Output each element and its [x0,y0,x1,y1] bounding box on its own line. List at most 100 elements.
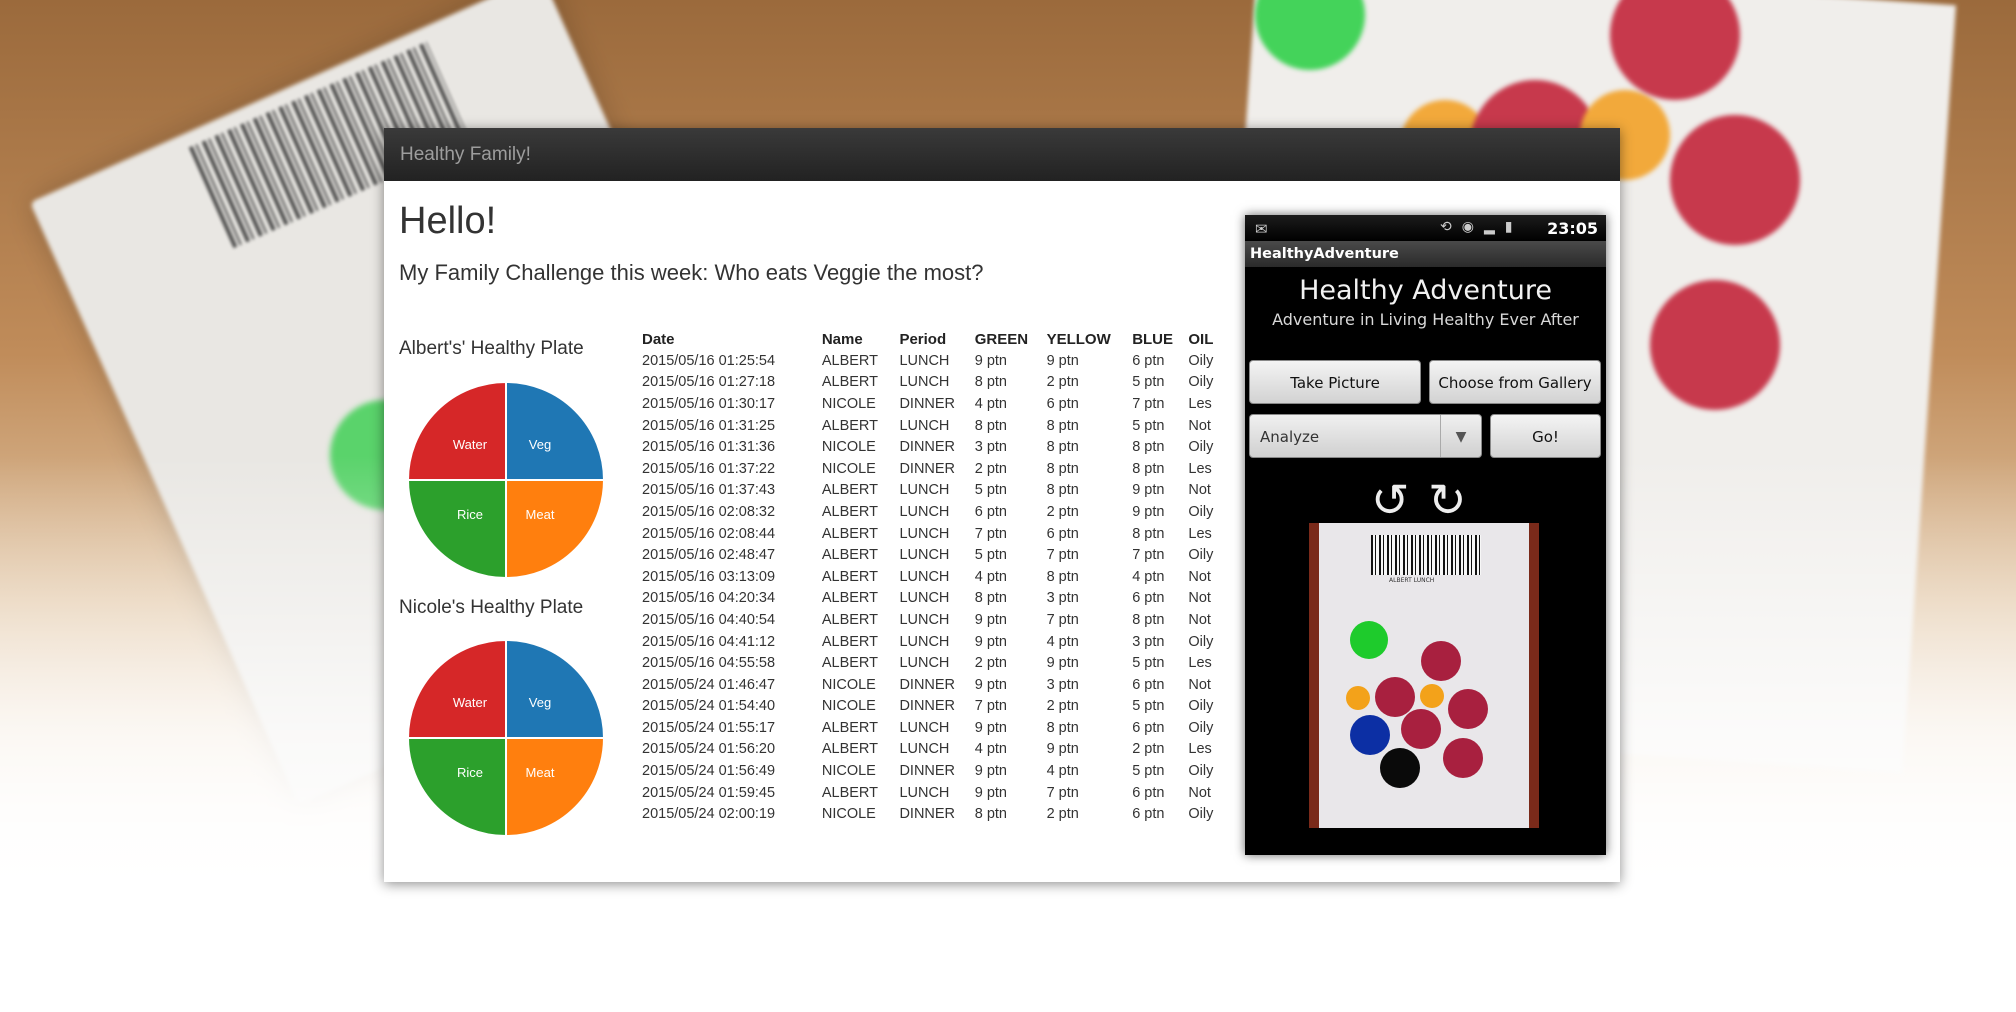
mail-icon: ✉ [1255,220,1268,238]
cell-date: 2015/05/24 01:59:45 [642,784,776,801]
photo-dot [1421,641,1461,681]
phone-status-bar: ✉ ⟲◉▂▮ 23:05 [1245,215,1606,241]
cell-yellow: 2 ptn [1046,374,1079,391]
cell-date: 2015/05/16 01:25:54 [642,352,776,369]
go-button[interactable]: Go! [1490,414,1601,458]
photo-barcode [1371,535,1481,575]
cell-blue: 6 ptn [1132,352,1165,369]
table-row: 2015/05/16 01:31:36 NICOLE DINNER 3 ptn 8 pt… [642,436,1242,458]
cell-date: 2015/05/24 01:54:40 [642,698,776,715]
cell-name: NICOLE [821,763,876,780]
photo-dot [1375,677,1415,717]
photo-dot [1350,621,1388,659]
cell-green: 5 ptn [974,482,1007,499]
choose-gallery-button[interactable]: Choose from Gallery [1429,360,1601,404]
cell-period: LUNCH [899,611,950,628]
rotate-left-icon[interactable]: ↺ [1371,477,1410,523]
cell-green: 8 ptn [974,417,1007,434]
cell-blue: 6 ptn [1132,784,1165,801]
cell-name: ALBERT [821,547,878,564]
cell-name: ALBERT [821,525,878,542]
cell-green: 9 ptn [974,763,1007,780]
cell-blue: 5 ptn [1132,374,1165,391]
table-row: 2015/05/16 02:48:47 ALBERT LUNCH 5 ptn 7 ptn… [642,544,1242,566]
cell-blue: 7 ptn [1132,547,1165,564]
cell-blue: 7 ptn [1132,395,1165,412]
pie-label-rice: Rice [457,765,483,780]
spinner-value: Analyze [1260,428,1320,446]
photo-caption: ALBERT LUNCH [1389,577,1435,584]
photo-dot [1443,738,1483,778]
pie-label-meat: Meat [526,507,555,522]
cell-yellow: 8 ptn [1046,568,1079,585]
cell-period: LUNCH [899,633,950,650]
cell-yellow: 2 ptn [1046,503,1079,520]
cell-period: LUNCH [899,719,950,736]
cell-date: 2015/05/24 01:55:17 [642,719,776,736]
cell-name: NICOLE [821,395,876,412]
cell-period: LUNCH [899,525,950,542]
navbar-brand[interactable]: Healthy Family! [384,128,1620,181]
cell-green: 4 ptn [974,741,1007,758]
header-name: Name [821,330,863,348]
cell-date: 2015/05/16 01:31:36 [642,439,776,456]
pie-slice-veg [505,640,604,739]
table-row: 2015/05/16 02:08:44 ALBERT LUNCH 7 ptn 6 ptn… [642,523,1242,545]
table-row: 2015/05/24 01:46:47 NICOLE DINNER 9 ptn 3 pt… [642,674,1242,696]
take-picture-button[interactable]: Take Picture [1249,360,1421,404]
cell-oil: Not [1188,611,1211,628]
cell-period: DINNER [899,806,956,823]
cell-period: LUNCH [899,352,950,369]
cell-name: NICOLE [821,698,876,715]
cell-green: 9 ptn [974,784,1007,801]
meal-log-table-container: Date Name Period GREEN YELLOW BLUE OIL 2… [642,328,1242,848]
pie-slice-veg [505,382,604,481]
cell-green: 9 ptn [974,676,1007,693]
cell-name: ALBERT [821,590,878,607]
cell-period: LUNCH [899,568,950,585]
cell-blue: 5 ptn [1132,698,1165,715]
cell-name: ALBERT [821,611,878,628]
cell-date: 2015/05/16 04:20:34 [642,590,776,607]
cell-oil: Not [1188,482,1211,499]
cell-date: 2015/05/16 04:40:54 [642,611,776,628]
table-row: 2015/05/24 01:55:17 ALBERT LUNCH 9 ptn 8 ptn… [642,717,1242,739]
pie-slice-meat [505,479,604,578]
app-subtitle: Adventure in Living Healthy Ever After [1272,310,1579,329]
pie-slice-water [408,382,507,481]
cell-oil: Not [1188,784,1211,801]
photo-dot [1448,689,1488,729]
cell-name: NICOLE [821,676,876,693]
cell-period: LUNCH [899,482,950,499]
cell-date: 2015/05/24 01:56:20 [642,741,776,758]
cell-oil: Not [1188,417,1211,434]
cell-green: 9 ptn [974,611,1007,628]
pie-label-water: Water [453,695,488,710]
table-row: 2015/05/16 04:40:54 ALBERT LUNCH 9 ptn 7 ptn… [642,609,1242,631]
cell-date: 2015/05/16 01:30:17 [642,395,776,412]
cell-date: 2015/05/16 01:37:22 [642,460,776,477]
cell-name: ALBERT [821,784,878,801]
header-period: Period [899,330,947,348]
cell-name: ALBERT [821,568,878,585]
cell-name: ALBERT [821,741,878,758]
pie-label-rice: Rice [457,507,483,522]
cell-oil: Not [1188,590,1211,607]
cell-yellow: 3 ptn [1046,590,1079,607]
cell-green: 7 ptn [974,525,1007,542]
photo-dot [1401,709,1441,749]
table-row: 2015/05/24 02:00:19 NICOLE DINNER 8 ptn 2 pt… [642,803,1242,825]
cell-green: 2 ptn [974,655,1007,672]
cell-blue: 6 ptn [1132,806,1165,823]
table-row: 2015/05/16 01:37:22 NICOLE DINNER 2 ptn 8 pt… [642,458,1242,480]
rotate-right-icon[interactable]: ↻ [1428,477,1467,523]
cell-period: DINNER [899,395,956,412]
cell-oil: Les [1188,741,1212,758]
cell-period: DINNER [899,763,956,780]
photo-dot [1350,715,1390,755]
cell-date: 2015/05/16 01:37:43 [642,482,776,499]
analyze-spinner[interactable]: Analyze ▼ [1249,414,1482,458]
cell-name: ALBERT [821,352,878,369]
cell-name: ALBERT [821,655,878,672]
cell-yellow: 9 ptn [1046,352,1079,369]
